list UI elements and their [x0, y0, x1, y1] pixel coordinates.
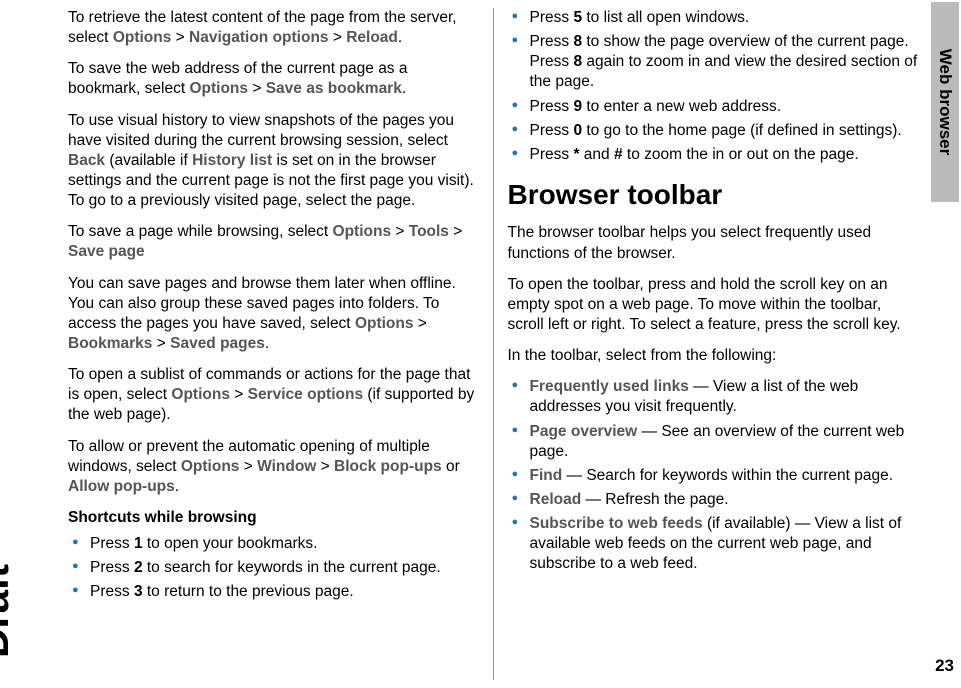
shortcuts-heading: Shortcuts while browsing	[68, 508, 479, 528]
toolbar-options-list: Frequently used links — View a list of t…	[508, 377, 919, 574]
shortcut-8: Press 8 to show the page overview of the…	[508, 32, 919, 92]
shortcut-1: Press 1 to open your bookmarks.	[68, 534, 479, 554]
toolbar-page-overview: Page overview — See an overview of the c…	[508, 422, 919, 462]
shortcuts-list-right: Press 5 to list all open windows. Press …	[508, 8, 919, 165]
toolbar-reload: Reload — Refresh the page.	[508, 490, 919, 510]
shortcut-3: Press 3 to return to the previous page.	[68, 582, 479, 602]
shortcut-9: Press 9 to enter a new web address.	[508, 97, 919, 117]
toolbar-find: Find — Search for keywords within the cu…	[508, 466, 919, 486]
right-column: Press 5 to list all open windows. Press …	[494, 8, 927, 680]
toolbar-subscribe-feeds: Subscribe to web feeds (if available) — …	[508, 514, 919, 574]
para-save-page: To save a page while browsing, select Op…	[68, 222, 479, 262]
shortcuts-list-left: Press 1 to open your bookmarks. Press 2 …	[68, 534, 479, 602]
toolbar-para-3: In the toolbar, select from the followin…	[508, 346, 919, 366]
para-visual-history: To use visual history to view snapshots …	[68, 111, 479, 212]
shortcut-zoom: Press * and # to zoom the in or out on t…	[508, 145, 919, 165]
browser-toolbar-heading: Browser toolbar	[508, 177, 919, 213]
para-save-bookmark: To save the web address of the current p…	[68, 59, 479, 99]
shortcut-2: Press 2 to search for keywords in the cu…	[68, 558, 479, 578]
para-popups: To allow or prevent the automatic openin…	[68, 437, 479, 497]
para-saved-pages: You can save pages and browse them later…	[68, 274, 479, 355]
toolbar-para-2: To open the toolbar, press and hold the …	[508, 275, 919, 335]
shortcut-5: Press 5 to list all open windows.	[508, 8, 919, 28]
page-content: To retrieve the latest content of the pa…	[0, 0, 961, 688]
para-reload: To retrieve the latest content of the pa…	[68, 8, 479, 48]
toolbar-para-1: The browser toolbar helps you select fre…	[508, 223, 919, 263]
para-service-options: To open a sublist of commands or actions…	[68, 365, 479, 425]
toolbar-frequently-used: Frequently used links — View a list of t…	[508, 377, 919, 417]
shortcut-0: Press 0 to go to the home page (if defin…	[508, 121, 919, 141]
left-column: To retrieve the latest content of the pa…	[68, 8, 494, 680]
